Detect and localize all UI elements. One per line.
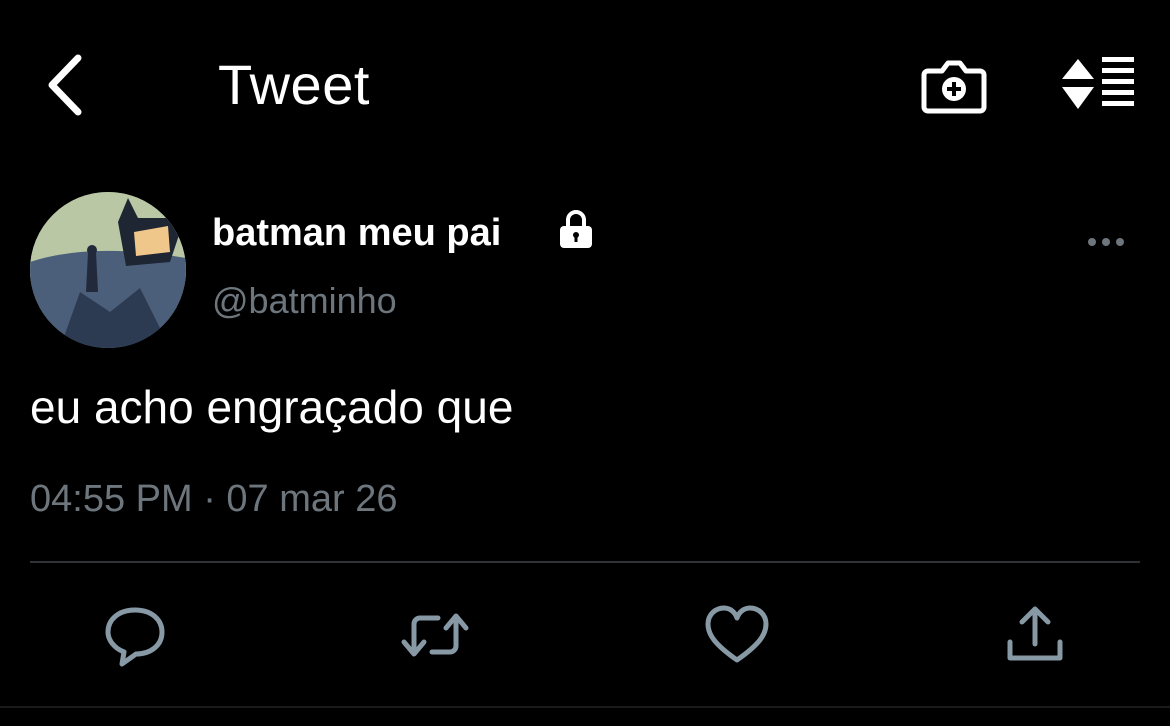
back-button[interactable]	[40, 50, 90, 120]
camera-button[interactable]	[920, 55, 988, 117]
like-button[interactable]	[702, 600, 772, 670]
divider	[30, 561, 1140, 563]
heart-icon	[705, 605, 769, 663]
more-icon	[1088, 238, 1124, 246]
display-name[interactable]: batman meu pai	[212, 212, 501, 255]
camera-add-icon	[921, 60, 987, 114]
lock-icon	[554, 208, 598, 252]
tweet-timestamp: 04:55 PM · 07 mar 26	[30, 478, 398, 520]
share-icon	[1007, 606, 1063, 661]
avatar-image	[30, 192, 186, 348]
share-button[interactable]	[1000, 600, 1070, 670]
sort-icon	[1062, 57, 1134, 109]
bottom-divider	[0, 706, 1170, 708]
reply-icon	[105, 607, 165, 667]
page-title: Tweet	[218, 53, 370, 116]
user-handle[interactable]: @batminho	[212, 280, 397, 322]
avatar[interactable]	[30, 192, 186, 348]
retweet-icon	[401, 613, 469, 657]
retweet-button[interactable]	[400, 600, 470, 670]
reply-button[interactable]	[100, 600, 170, 670]
chevron-left-icon	[48, 54, 82, 116]
sort-button[interactable]	[1058, 55, 1136, 113]
tweet-text: eu acho engraçado que	[30, 381, 514, 433]
more-button[interactable]	[1086, 232, 1130, 252]
